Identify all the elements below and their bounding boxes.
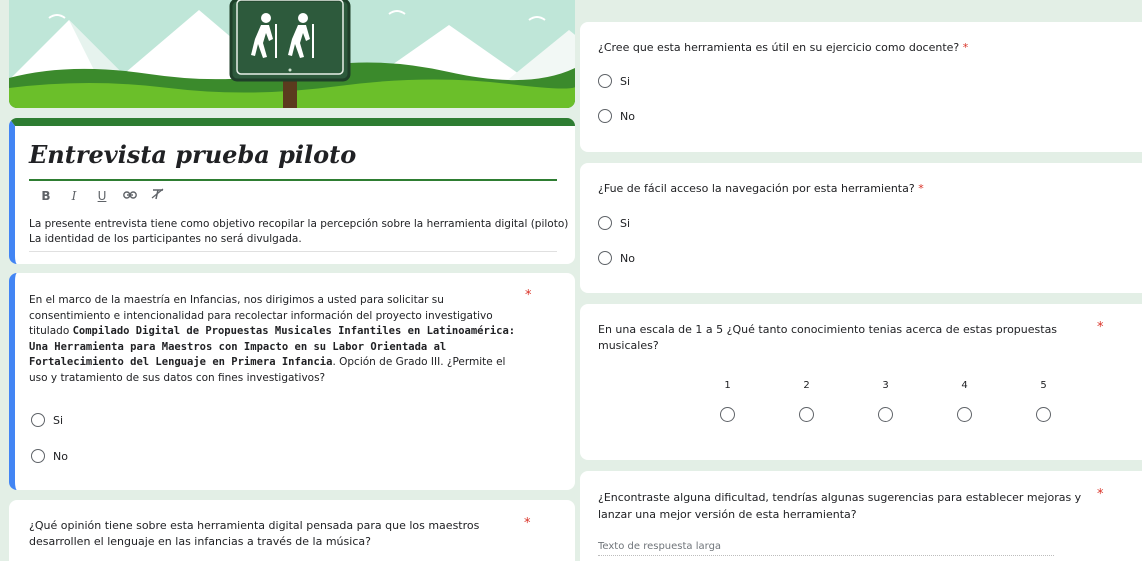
option-label: Si	[53, 413, 64, 427]
option-no[interactable]: No	[598, 251, 635, 265]
banner-illustration	[9, 0, 575, 108]
scale-option-5[interactable]: 5	[1004, 380, 1083, 426]
radio-button[interactable]	[598, 251, 612, 265]
useful-question-card[interactable]: ¿Cree que esta herramienta es útil en su…	[580, 22, 1142, 152]
link-icon[interactable]	[123, 189, 137, 203]
access-question-label: ¿Fue de fácil acceso la navegación por e…	[598, 182, 915, 195]
form-title-card: Entrevista prueba piloto B I U La presen…	[9, 118, 575, 264]
radio-button[interactable]	[720, 407, 735, 422]
title-underline	[29, 179, 557, 181]
required-asterisk: *	[524, 516, 531, 531]
required-asterisk: *	[525, 288, 532, 303]
long-answer-field[interactable]: Texto de respuesta larga	[598, 541, 1054, 556]
access-question-text: ¿Fue de fácil acceso la navegación por e…	[598, 180, 924, 197]
option-no[interactable]: No	[598, 109, 635, 123]
scale-label: 1	[724, 380, 731, 391]
radio-button[interactable]	[1036, 407, 1051, 422]
radio-button[interactable]	[957, 407, 972, 422]
scale-option-1[interactable]: 1	[688, 380, 767, 426]
scale-label: 4	[961, 380, 968, 391]
required-asterisk: *	[1097, 487, 1104, 502]
description-line-2: La identidad de los participantes no ser…	[29, 233, 302, 245]
scale-option-4[interactable]: 4	[925, 380, 1004, 426]
scale-question-text: En una escala de 1 a 5 ¿Qué tanto conoci…	[598, 323, 1058, 352]
scale-option-3[interactable]: 3	[846, 380, 925, 426]
difficulty-question-card[interactable]: ¿Encontraste alguna dificultad, tendrías…	[580, 471, 1142, 561]
useful-question-text: ¿Cree que esta herramienta es útil en su…	[598, 39, 968, 56]
scale-question-card[interactable]: En una escala de 1 a 5 ¿Qué tanto conoci…	[580, 304, 1142, 460]
option-label: No	[53, 449, 68, 463]
opinion-question-card[interactable]: ¿Qué opinión tiene sobre esta herramient…	[9, 500, 575, 561]
option-si[interactable]: Si	[31, 413, 63, 427]
required-asterisk: *	[1097, 320, 1104, 335]
option-no[interactable]: No	[31, 449, 68, 463]
option-label: No	[620, 109, 635, 123]
scale-label: 5	[1040, 380, 1047, 391]
radio-button[interactable]	[31, 449, 45, 463]
form-description[interactable]: La presente entrevista tiene como objeti…	[29, 217, 568, 247]
option-si[interactable]: Si	[598, 74, 630, 88]
radio-button[interactable]	[598, 74, 612, 88]
difficulty-question-text: ¿Encontraste alguna dificultad, tendrías…	[598, 491, 1082, 521]
consent-question-text: En el marco de la maestría en Infancias,…	[29, 293, 519, 386]
option-label: Si	[620, 216, 631, 230]
radio-button[interactable]	[598, 109, 612, 123]
header-banner	[9, 0, 575, 108]
option-label: No	[620, 251, 635, 265]
scale-label: 3	[882, 380, 889, 391]
radio-button[interactable]	[878, 407, 893, 422]
bold-icon[interactable]: B	[39, 189, 53, 203]
useful-question-label: ¿Cree que esta herramienta es útil en su…	[598, 41, 960, 54]
option-si[interactable]: Si	[598, 216, 630, 230]
radio-button[interactable]	[598, 216, 612, 230]
scale-option-2[interactable]: 2	[767, 380, 846, 426]
radio-button[interactable]	[799, 407, 814, 422]
scale-label: 2	[803, 380, 810, 391]
clear-format-icon[interactable]	[151, 188, 165, 203]
underline-icon[interactable]: U	[95, 189, 109, 203]
required-asterisk: *	[918, 182, 924, 195]
form-title[interactable]: Entrevista prueba piloto	[29, 140, 356, 169]
radio-button[interactable]	[31, 413, 45, 427]
format-toolbar: B I U	[39, 188, 165, 203]
consent-question-card[interactable]: En el marco de la maestría en Infancias,…	[9, 273, 575, 490]
option-label: Si	[620, 74, 631, 88]
italic-icon[interactable]: I	[67, 189, 81, 203]
required-asterisk: *	[962, 41, 969, 54]
opinion-question-text: ¿Qué opinión tiene sobre esta herramient…	[29, 519, 480, 548]
description-line-1: La presente entrevista tiene como objeti…	[29, 218, 569, 230]
description-underline	[29, 251, 557, 252]
linear-scale: 1 2 3 4 5	[688, 380, 1083, 426]
access-question-card[interactable]: ¿Fue de fácil acceso la navegación por e…	[580, 163, 1142, 293]
